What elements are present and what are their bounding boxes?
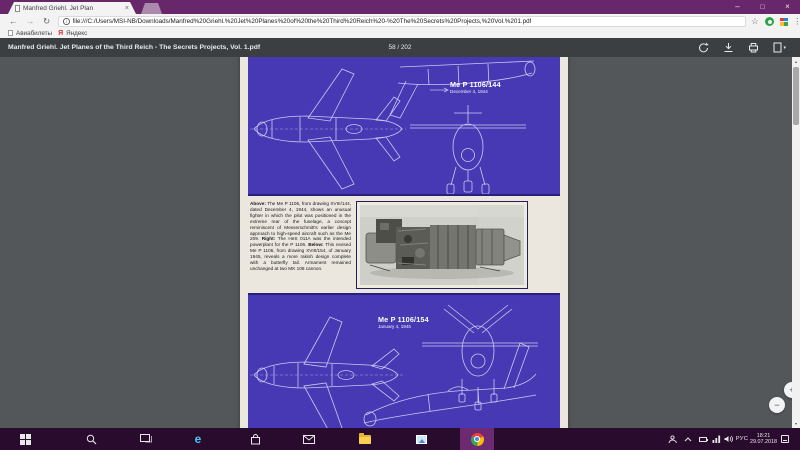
pdf-viewer[interactable]: Me P 1106/144 December 4, 1944 Above: Th… [0,57,800,428]
print-icon[interactable] [748,42,759,53]
ext-grid-blue [784,18,788,22]
ext-grid-red [780,18,784,22]
reload-icon[interactable]: ↻ [43,14,50,28]
tab-close-icon[interactable]: × [125,5,129,12]
figure-144-caption: Me P 1106/144 December 4, 1944 [450,81,501,95]
yandex-icon: Я [58,30,63,37]
bookmark-page-icon [8,30,13,37]
browser-toolbar: ← → ↻ i file:///C:/Users/MSI-NB/Download… [0,14,800,28]
file-explorer-icon [359,435,371,444]
taskbar-search-button[interactable] [79,428,103,450]
bookmark-aviabilety[interactable]: Авиабилеты [8,30,52,37]
clock-date: 29.07.2018 [750,439,777,445]
chevron-up-icon [684,437,692,442]
taskbar-explorer-button[interactable] [353,428,377,450]
window-close-button[interactable]: × [775,0,800,14]
ext-grid-yellow [780,22,784,26]
bookmark-star-icon[interactable]: ☆ [751,14,759,28]
figure-me-p-1106-144: Me P 1106/144 December 4, 1944 [248,57,560,196]
bookmark-yandex[interactable]: Я Яндекс [58,30,87,37]
vertical-scrollbar[interactable]: ▲ ▼ [792,57,800,428]
bookmark-label: Авиабилеты [16,30,52,37]
rotate-icon[interactable] [698,42,709,53]
fit-page-icon[interactable]: ▾ [773,42,786,53]
figure-caption-text: Above: The Me P 1106, from drawing XVIII… [248,200,353,290]
extension-grid-icon[interactable] [780,18,788,26]
engine-photo-frame [356,201,528,289]
store-icon [250,434,261,445]
figure-me-p-1106-154: Me P 1106/154 January 4, 1945 [248,293,560,428]
tray-people-button[interactable] [664,428,680,450]
bookmarks-bar: Авиабилеты Я Яндекс [0,28,800,38]
tray-hidden-icons-button[interactable] [682,428,694,450]
battery-icon [699,437,707,442]
windows-logo-icon [20,434,31,445]
volume-icon [724,435,733,443]
figure-144-date: December 4, 1944 [450,89,501,94]
ext-grid-green [784,22,788,26]
mail-icon [303,435,315,444]
pdf-favicon-icon [15,5,20,12]
pdf-toolbar: Manfred Griehl. Jet Planes of the Third … [0,38,800,57]
taskbar-mail-button[interactable] [297,428,321,450]
url-text: file:///C:/Users/MSI-NB/Downloads/Manfre… [73,18,532,25]
window-minimize-button[interactable]: – [725,0,750,14]
window-maximize-button[interactable]: □ [750,0,775,14]
start-button[interactable] [13,428,37,450]
photos-icon [416,435,427,444]
task-view-icon [140,434,152,444]
browser-tab[interactable]: Manfred Griehl. Jet Plan × [8,2,136,14]
aircraft-drawing-144 [248,57,560,196]
figure-154-date: January 4, 1945 [378,324,429,329]
fit-caret-icon: ▾ [783,45,786,51]
browser-menu-icon[interactable]: ⋮ [793,14,800,28]
scrollbar-thumb[interactable] [793,67,799,125]
task-view-button[interactable] [134,428,158,450]
figure-154-caption: Me P 1106/154 January 4, 1945 [378,316,429,330]
back-icon[interactable]: ← [9,14,18,28]
action-center-button[interactable] [777,428,792,450]
window-titlebar: Manfred Griehl. Jet Plan × – □ × [0,0,800,14]
hes-011a-engine-photo [360,205,524,285]
new-tab-button[interactable] [141,3,162,14]
bookmark-label: Яндекс [66,30,87,37]
edge-icon: e [195,433,202,445]
people-icon [668,435,677,444]
download-icon[interactable] [723,42,734,53]
pdf-zoom-out-button[interactable]: − [769,397,785,413]
tab-title: Manfred Griehl. Jet Plan [23,5,122,12]
tray-language-button[interactable]: РУС [734,428,750,450]
chrome-icon [471,433,484,446]
forward-icon[interactable]: → [26,14,35,28]
pdf-page: Me P 1106/144 December 4, 1944 Above: Th… [240,57,568,428]
figure-144-title: Me P 1106/144 [450,81,501,89]
windows-taskbar: e [0,428,800,450]
address-bar[interactable]: i file:///C:/Users/MSI-NB/Downloads/Manf… [58,16,746,27]
taskbar-store-button[interactable] [243,428,267,450]
search-icon [86,434,97,445]
scroll-down-icon[interactable]: ▼ [792,419,800,428]
network-icon [712,435,721,443]
notification-icon [781,435,789,443]
window-controls: – □ × [725,0,800,14]
tray-clock-button[interactable]: 18:21 29.07.2018 [750,428,777,450]
pdf-page-indicator: 58 / 202 [0,38,800,57]
extension-adblock-icon[interactable] [765,17,774,26]
taskbar-photos-button[interactable] [409,428,433,450]
taskbar-edge-button[interactable]: e [186,428,210,450]
tray-battery-button[interactable] [696,428,710,450]
page-info-icon[interactable]: i [63,18,70,25]
figure-154-title: Me P 1106/154 [378,316,429,324]
clock: 18:21 29.07.2018 [750,433,777,446]
scroll-up-icon[interactable]: ▲ [792,57,800,66]
taskbar-chrome-button[interactable] [460,428,494,450]
